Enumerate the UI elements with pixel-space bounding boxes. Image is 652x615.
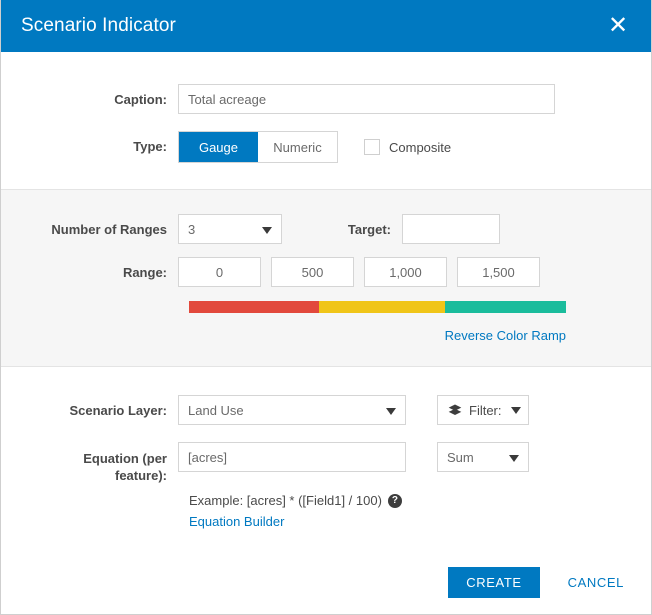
dialog-title: Scenario Indicator xyxy=(21,15,176,36)
chevron-down-icon xyxy=(509,455,519,462)
scenario-layer-value: Land Use xyxy=(188,402,244,418)
layers-icon xyxy=(448,404,462,417)
equation-field-group xyxy=(178,442,406,472)
composite-checkbox-wrapper[interactable]: Composite xyxy=(364,131,451,163)
aggregate-value: Sum xyxy=(447,449,474,465)
type-row: Type: Gauge Numeric Composite xyxy=(1,131,651,163)
create-button[interactable]: CREATE xyxy=(448,567,540,598)
range-input-2[interactable] xyxy=(364,257,447,287)
target-input[interactable] xyxy=(402,214,500,244)
dialog-titlebar: Scenario Indicator ✕ xyxy=(1,0,651,52)
type-option-gauge[interactable]: Gauge xyxy=(179,132,258,162)
reverse-color-ramp-link[interactable]: Reverse Color Ramp xyxy=(189,328,566,343)
type-toggle-group: Gauge Numeric xyxy=(178,131,338,163)
number-of-ranges-label: Number of Ranges xyxy=(51,222,167,237)
number-of-ranges-select[interactable]: 3 xyxy=(178,214,282,244)
type-label: Type: xyxy=(133,139,167,154)
type-option-numeric[interactable]: Numeric xyxy=(258,132,337,162)
equation-label-line1: Equation (per xyxy=(83,451,167,466)
equation-builder-link[interactable]: Equation Builder xyxy=(189,514,284,529)
composite-checkbox[interactable] xyxy=(364,139,380,155)
scenario-indicator-dialog: Scenario Indicator ✕ Caption: Type: Gaug… xyxy=(0,0,652,615)
caption-input[interactable] xyxy=(178,84,555,114)
caption-row: Caption: xyxy=(1,84,651,114)
filter-label: Filter: xyxy=(469,402,502,418)
scenario-layer-select[interactable]: Land Use xyxy=(178,395,406,425)
equation-label: Equation (per feature): xyxy=(1,442,178,484)
chevron-down-icon xyxy=(262,227,272,234)
number-of-ranges-value: 3 xyxy=(188,221,196,237)
scenario-layer-label: Scenario Layer: xyxy=(69,403,167,418)
equation-example-text: Example: [acres] * ([Field1] / 100) xyxy=(189,493,382,508)
range-label: Range: xyxy=(122,265,167,280)
range-input-0[interactable] xyxy=(178,257,261,287)
dialog-footer: CREATE CANCEL xyxy=(1,551,651,614)
number-of-ranges-row: Number of Ranges 3 Target: xyxy=(1,214,651,244)
equation-label-line2: feature): xyxy=(114,468,167,483)
target-label: Target: xyxy=(347,222,391,237)
ranges-section: Number of Ranges 3 Target: Range: Revers… xyxy=(1,189,651,367)
close-icon[interactable]: ✕ xyxy=(605,13,631,39)
basic-settings-section: Caption: Type: Gauge Numeric Composite xyxy=(1,52,651,189)
color-ramp-band-0 xyxy=(189,301,320,313)
range-input-1[interactable] xyxy=(271,257,354,287)
equation-example: Example: [acres] * ([Field1] / 100) ? xyxy=(189,493,651,508)
equation-row: Equation (per feature): Sum xyxy=(1,442,651,484)
scenario-layer-row: Scenario Layer: Land Use Filter: xyxy=(1,395,651,425)
color-ramp xyxy=(189,301,566,313)
range-row: Range: xyxy=(1,257,651,287)
range-inputs xyxy=(178,257,540,287)
aggregate-select[interactable]: Sum xyxy=(437,442,529,472)
data-source-section: Scenario Layer: Land Use Filter: Equatio… xyxy=(1,367,651,531)
filter-button[interactable]: Filter: xyxy=(437,395,529,425)
help-icon[interactable]: ? xyxy=(387,493,402,508)
cancel-button[interactable]: CANCEL xyxy=(562,574,630,591)
color-ramp-band-2 xyxy=(445,301,566,313)
equation-input[interactable] xyxy=(178,442,406,472)
chevron-down-icon xyxy=(510,406,521,414)
caption-label: Caption: xyxy=(114,92,167,107)
color-ramp-band-1 xyxy=(319,301,446,313)
composite-label: Composite xyxy=(389,139,452,155)
chevron-down-icon xyxy=(386,408,396,415)
range-input-3[interactable] xyxy=(457,257,540,287)
